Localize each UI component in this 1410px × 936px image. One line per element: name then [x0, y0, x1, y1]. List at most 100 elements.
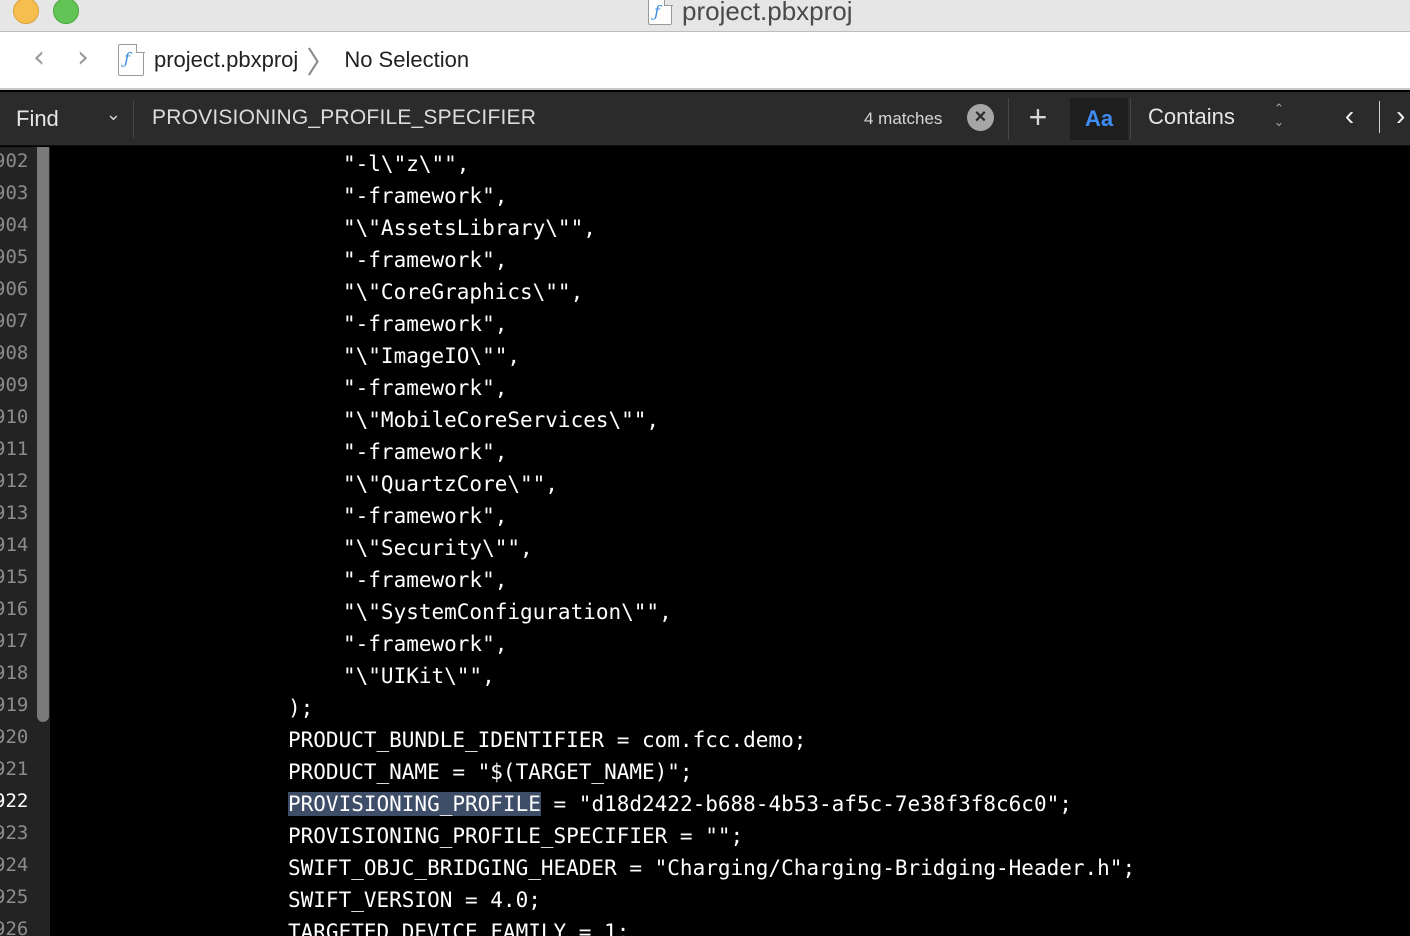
line-number: 915 — [0, 566, 29, 588]
code-line[interactable]: 904 "\"AssetsLibrary\"", — [0, 212, 1410, 244]
code-text: "\"ImageIO\"", — [343, 344, 521, 368]
code-line[interactable]: 908 "\"ImageIO\"", — [0, 340, 1410, 372]
line-number: 919 — [0, 694, 29, 716]
code-text: SWIFT_VERSION = 4.0; — [288, 888, 541, 912]
code-line[interactable]: 902 "-l\"z\"", — [0, 148, 1410, 180]
code-line[interactable]: 924 SWIFT_OBJC_BRIDGING_HEADER = "Chargin… — [0, 852, 1410, 884]
code-text: "\"Security\"", — [343, 536, 533, 560]
next-match-button[interactable]: › — [1382, 101, 1410, 133]
line-number: 907 — [0, 310, 29, 332]
code-line[interactable]: 905 "-framework", — [0, 244, 1410, 276]
breadcrumb-separator-icon: 〉 — [306, 47, 337, 80]
code-line[interactable]: 917 "-framework", — [0, 628, 1410, 660]
line-number: 904 — [0, 214, 29, 236]
line-number: 911 — [0, 438, 29, 460]
code-line[interactable]: 922 PROVISIONING_PROFILE = "d18d2422-b688… — [0, 788, 1410, 820]
match-count: 4 matches — [864, 109, 943, 128]
minimize-button[interactable] — [13, 0, 39, 24]
code-line[interactable]: 903 "-framework", — [0, 180, 1410, 212]
code-text: "-framework", — [343, 312, 508, 336]
code-line[interactable]: 925 SWIFT_VERSION = 4.0; — [0, 884, 1410, 916]
find-match-highlight: PROVISIONING_PROFILE — [288, 792, 541, 816]
code-line[interactable]: 915 "-framework", — [0, 564, 1410, 596]
code-text-rest: = "d18d2422-b688-4b53-af5c-7e38f3f8c6c0"… — [540, 792, 1072, 816]
code-text: PROVISIONING_PROFILE = "d18d2422-b688-4b… — [288, 788, 1072, 820]
window-title-group: ƒ project.pbxproj — [648, 0, 853, 26]
code-line[interactable]: 921 PRODUCT_NAME = "$(TARGET_NAME)"; — [0, 756, 1410, 788]
code-text: "-framework", — [343, 568, 508, 592]
add-pattern-button[interactable]: + — [1022, 100, 1054, 136]
line-number: 917 — [0, 630, 29, 652]
code-line[interactable]: 923 PROVISIONING_PROFILE_SPECIFIER = ""; — [0, 820, 1410, 852]
zoom-button[interactable] — [53, 0, 79, 24]
code-text: SWIFT_OBJC_BRIDGING_HEADER = "Charging/C… — [288, 856, 1136, 880]
code-line[interactable]: 919); — [0, 692, 1410, 724]
clear-search-icon[interactable]: × — [967, 104, 994, 131]
code-line[interactable]: 914 "\"Security\"", — [0, 532, 1410, 564]
code-text: PROVISIONING_PROFILE_SPECIFIER = ""; — [288, 824, 744, 848]
line-number: 922 — [0, 790, 29, 812]
line-number: 918 — [0, 662, 29, 684]
line-number: 923 — [0, 822, 29, 844]
code-line[interactable]: 910 "\"MobileCoreServices\"", — [0, 404, 1410, 436]
line-number: 925 — [0, 886, 29, 908]
code-text: PRODUCT_BUNDLE_IDENTIFIER = com.fcc.demo… — [288, 728, 807, 752]
previous-match-button[interactable]: ‹ — [1320, 101, 1380, 133]
line-number: 920 — [0, 726, 29, 748]
line-number: 908 — [0, 342, 29, 364]
line-number: 913 — [0, 502, 29, 524]
code-text: "-framework", — [343, 504, 508, 528]
code-line[interactable]: 920 PRODUCT_BUNDLE_IDENTIFIER = com.fcc.d… — [0, 724, 1410, 756]
line-number: 914 — [0, 534, 29, 556]
breadcrumb-file[interactable]: project.pbxproj — [154, 47, 298, 73]
divider — [1130, 98, 1131, 140]
code-line[interactable]: 906 "\"CoreGraphics\"", — [0, 276, 1410, 308]
divider — [1008, 98, 1009, 140]
code-line[interactable]: 926 TARGETED_DEVICE_FAMILY = 1; — [0, 916, 1410, 936]
code-text: "-framework", — [343, 632, 508, 656]
code-line[interactable]: 918 "\"UIKit\"", — [0, 660, 1410, 692]
code-line[interactable]: 916 "\"SystemConfiguration\"", — [0, 596, 1410, 628]
code-text: "-framework", — [343, 248, 508, 272]
find-mode-dropdown[interactable]: Find ⌄ — [0, 100, 134, 138]
code-line[interactable]: 909 "-framework", — [0, 372, 1410, 404]
code-text: "\"QuartzCore\"", — [343, 472, 558, 496]
line-number: 906 — [0, 278, 29, 300]
line-number: 916 — [0, 598, 29, 620]
code-text: "\"CoreGraphics\"", — [343, 280, 584, 304]
code-text: "-framework", — [343, 184, 508, 208]
match-type-select[interactable]: Contains — [1148, 104, 1235, 130]
line-number: 903 — [0, 182, 29, 204]
find-bar: Find ⌄ PROVISIONING_PROFILE_SPECIFIER 4 … — [0, 92, 1410, 146]
find-query-input[interactable]: PROVISIONING_PROFILE_SPECIFIER — [152, 106, 536, 130]
swift-file-icon: ƒ — [648, 0, 673, 25]
code-text: "\"UIKit\"", — [343, 664, 495, 688]
code-text: PRODUCT_NAME = "$(TARGET_NAME)"; — [288, 760, 693, 784]
code-text: "-framework", — [343, 440, 508, 464]
code-text: "-framework", — [343, 376, 508, 400]
window-titlebar: ƒ project.pbxproj — [0, 0, 1410, 32]
code-text: "-l\"z\"", — [343, 152, 470, 176]
chevron-down-icon: ⌄ — [105, 104, 121, 124]
line-number: 924 — [0, 854, 29, 876]
code-text: "\"SystemConfiguration\"", — [343, 600, 672, 624]
line-number: 926 — [0, 918, 29, 936]
code-editor[interactable]: 902 "-l\"z\"", 903 "-framework", 904 "\"Asset… — [0, 147, 1410, 936]
breadcrumb-selection[interactable]: No Selection — [344, 47, 469, 73]
code-line[interactable]: 912 "\"QuartzCore\"", — [0, 468, 1410, 500]
jump-bar: ‹ › ƒ project.pbxproj 〉 No Selection — [0, 32, 1410, 90]
code-text: TARGETED_DEVICE_FAMILY = 1; — [288, 920, 630, 936]
back-chevron-icon[interactable]: ‹ — [24, 43, 54, 74]
line-number: 912 — [0, 470, 29, 492]
line-number: 910 — [0, 406, 29, 428]
file-icon: ƒ — [118, 43, 145, 76]
code-text: "\"AssetsLibrary\"", — [343, 216, 596, 240]
code-line[interactable]: 911 "-framework", — [0, 436, 1410, 468]
updown-chevron-icon: ⌃ ⌄ — [1273, 101, 1285, 129]
code-text: ); — [288, 696, 314, 720]
forward-chevron-icon[interactable]: › — [68, 43, 98, 74]
code-line[interactable]: 907 "-framework", — [0, 308, 1410, 340]
case-sensitive-toggle[interactable]: Aa — [1070, 98, 1128, 140]
code-text: "\"MobileCoreServices\"", — [343, 408, 660, 432]
code-line[interactable]: 913 "-framework", — [0, 500, 1410, 532]
